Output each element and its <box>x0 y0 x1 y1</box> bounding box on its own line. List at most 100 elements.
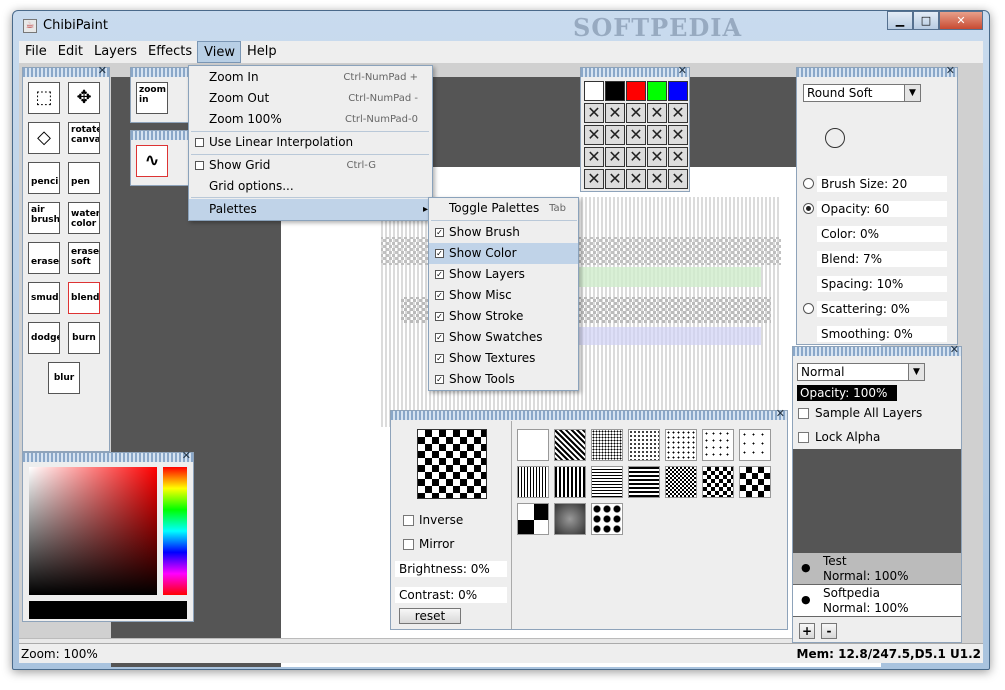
spacing-field[interactable]: Spacing: 10% <box>817 276 947 292</box>
texture-cell[interactable] <box>554 503 586 535</box>
scattering-radio[interactable] <box>803 303 814 314</box>
empty-swatch[interactable]: ✕ <box>605 169 625 189</box>
palette-toggle-item[interactable]: ✓ Show Swatches <box>429 327 578 348</box>
zoom-100-item[interactable]: Zoom 100% Ctrl-NumPad-0 <box>189 109 432 130</box>
rotate-canvas-tool[interactable]: rotate canvas <box>68 122 100 154</box>
layer-row[interactable]: ● Test Normal: 100% <box>793 553 961 585</box>
empty-swatch[interactable]: ✕ <box>668 103 688 123</box>
color-swatch[interactable] <box>626 81 646 101</box>
texture-cell[interactable] <box>554 429 586 461</box>
close-icon[interactable]: ✕ <box>182 450 191 462</box>
texture-cell[interactable] <box>702 466 734 498</box>
palette-toggle-item[interactable]: ✓ Show Tools <box>429 369 578 390</box>
hue-slider[interactable] <box>163 467 187 595</box>
minimize-button[interactable]: ▁ <box>887 11 913 30</box>
maximize-button[interactable]: □ <box>913 11 939 30</box>
texture-cell[interactable] <box>665 429 697 461</box>
texture-cell[interactable] <box>702 429 734 461</box>
palette-toggle-item[interactable]: ✓ Show Color <box>429 243 578 264</box>
close-icon[interactable]: ✕ <box>98 65 107 77</box>
empty-swatch[interactable]: ✕ <box>668 147 688 167</box>
layer-row[interactable]: ● Softpedia Normal: 100% <box>793 585 961 617</box>
palette-toggle-item[interactable]: ✓ Show Misc <box>429 285 578 306</box>
fill-tool[interactable]: ◇ <box>28 122 60 154</box>
reset-button[interactable]: reset <box>399 608 461 624</box>
texture-cell[interactable] <box>628 429 660 461</box>
texture-cell[interactable] <box>517 466 549 498</box>
toggle-palettes-item[interactable]: Toggle Palettes Tab <box>429 198 578 219</box>
visibility-icon[interactable]: ● <box>801 561 811 574</box>
opacity-field[interactable]: Opacity: 60 <box>817 201 947 217</box>
burn-tool[interactable]: burn <box>68 322 100 354</box>
palette-toggle-item[interactable]: ✓ Show Layers <box>429 264 578 285</box>
brush-preset-select[interactable]: Round Soft ▼ <box>803 84 921 102</box>
color-swatch[interactable] <box>668 81 688 101</box>
texture-cell[interactable] <box>739 429 771 461</box>
palettes-item[interactable]: Palettes ▸ <box>189 199 432 220</box>
close-icon[interactable]: ✕ <box>946 65 955 77</box>
zoom-in-item[interactable]: Zoom In Ctrl-NumPad + <box>189 67 432 88</box>
empty-swatch[interactable]: ✕ <box>668 125 688 145</box>
empty-swatch[interactable]: ✕ <box>584 147 604 167</box>
lock-alpha-checkbox[interactable] <box>798 432 809 443</box>
color-swatch[interactable] <box>647 81 667 101</box>
watercolor-tool[interactable]: water color <box>68 202 100 234</box>
eraser-tool[interactable]: eraser <box>28 242 60 274</box>
palette-toggle-item[interactable]: ✓ Show Stroke <box>429 306 578 327</box>
grid-options-item[interactable]: Grid options... <box>189 176 432 197</box>
palette-toggle-item[interactable]: ✓ Show Brush <box>429 222 578 243</box>
close-icon[interactable]: ✕ <box>950 344 959 356</box>
pen-tool[interactable]: pen <box>68 162 100 194</box>
move-tool[interactable]: ✥ <box>68 82 100 114</box>
close-icon[interactable]: ✕ <box>776 408 785 420</box>
menu-edit[interactable]: Edit <box>52 41 88 63</box>
texture-cell[interactable] <box>591 503 623 535</box>
empty-swatch[interactable]: ✕ <box>647 147 667 167</box>
menu-layers[interactable]: Layers <box>88 41 142 63</box>
layer-opacity-slider[interactable]: Opacity: 100% <box>797 385 897 401</box>
brightness-field[interactable]: Brightness: 0% <box>395 561 507 577</box>
blend-mode-select[interactable]: Normal ▼ <box>797 363 925 381</box>
texture-cell[interactable] <box>739 466 771 498</box>
blur-tool[interactable]: blur <box>48 362 80 394</box>
soft-eraser-tool[interactable]: eraser soft <box>68 242 100 274</box>
empty-swatch[interactable]: ✕ <box>647 125 667 145</box>
smoothing-field[interactable]: Smoothing: 0% <box>817 326 947 342</box>
blend-field[interactable]: Blend: 7% <box>817 251 947 267</box>
empty-swatch[interactable]: ✕ <box>584 103 604 123</box>
texture-cell[interactable] <box>591 429 623 461</box>
empty-swatch[interactable]: ✕ <box>647 169 667 189</box>
blender-tool[interactable]: blender <box>68 282 100 314</box>
marquee-tool[interactable]: ⬚ <box>28 82 60 114</box>
opacity-radio[interactable] <box>803 203 814 214</box>
visibility-icon[interactable]: ● <box>801 593 811 606</box>
texture-cell[interactable] <box>517 503 549 535</box>
sample-all-layers-checkbox[interactable] <box>798 408 809 419</box>
remove-layer-button[interactable]: - <box>821 623 837 639</box>
pencil-tool[interactable]: pencil <box>28 162 60 194</box>
menu-help[interactable]: Help <box>241 41 282 63</box>
airbrush-tool[interactable]: air brush <box>28 202 60 234</box>
inverse-checkbox[interactable] <box>403 515 414 526</box>
brush-size-radio[interactable] <box>803 178 814 189</box>
empty-swatch[interactable]: ✕ <box>626 147 646 167</box>
color-field[interactable]: Color: 0% <box>817 226 947 242</box>
empty-swatch[interactable]: ✕ <box>626 103 646 123</box>
title-bar[interactable]: ☕ ChibiPaint SOFTPEDIA ▁ □ ✕ <box>13 11 989 42</box>
menu-effects[interactable]: Effects <box>142 41 197 63</box>
close-icon[interactable]: ✕ <box>678 65 687 77</box>
empty-swatch[interactable]: ✕ <box>584 125 604 145</box>
empty-swatch[interactable]: ✕ <box>626 125 646 145</box>
smudge-tool[interactable]: smudge <box>28 282 60 314</box>
contrast-field[interactable]: Contrast: 0% <box>395 587 507 603</box>
palette-toggle-item[interactable]: ✓ Show Textures <box>429 348 578 369</box>
mirror-checkbox[interactable] <box>403 539 414 550</box>
close-button[interactable]: ✕ <box>939 11 983 30</box>
empty-swatch[interactable]: ✕ <box>668 169 688 189</box>
menu-view[interactable]: View <box>197 41 242 63</box>
texture-cell[interactable] <box>591 466 623 498</box>
brush-size-field[interactable]: Brush Size: 20 <box>817 176 947 192</box>
show-grid-item[interactable]: Show Grid Ctrl-G <box>189 155 432 176</box>
freehand-stroke-button[interactable]: ∿ <box>136 145 168 177</box>
linear-interpolation-item[interactable]: Use Linear Interpolation <box>189 132 432 153</box>
